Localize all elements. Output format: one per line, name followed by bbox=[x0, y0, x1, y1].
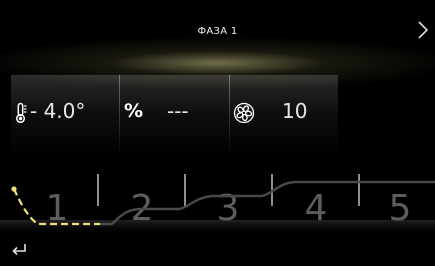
temperature-value: - 4.0° bbox=[30, 99, 86, 123]
phase-title: ФАЗА 1 bbox=[197, 26, 238, 37]
fan-icon bbox=[233, 102, 255, 124]
humidity-value: --- bbox=[167, 99, 189, 123]
phase-label-4[interactable]: 4 bbox=[305, 188, 328, 229]
thermometer-icon bbox=[15, 102, 27, 124]
phase-label-1[interactable]: 1 bbox=[46, 188, 69, 229]
parameters-panel: - 4.0° % --- 10 bbox=[11, 75, 338, 157]
return-arrow-icon[interactable] bbox=[7, 240, 33, 260]
fan-cell[interactable]: 10 bbox=[230, 75, 338, 157]
temperature-cell[interactable]: - 4.0° bbox=[11, 75, 119, 157]
fan-value: 10 bbox=[282, 99, 308, 123]
chevron-right-icon[interactable] bbox=[413, 17, 433, 43]
profile-start-dot bbox=[11, 186, 17, 192]
phase-label-5[interactable]: 5 bbox=[389, 188, 412, 229]
phase-screen: ФАЗА 1 - 4.0° % --- 10 1 2 3 4 5 bbox=[0, 0, 435, 266]
humidity-cell[interactable]: % --- bbox=[120, 75, 229, 157]
percent-icon: % bbox=[124, 100, 144, 122]
phase-profile-chart[interactable]: 12345 bbox=[0, 160, 435, 235]
phase-label-3[interactable]: 3 bbox=[217, 188, 240, 229]
